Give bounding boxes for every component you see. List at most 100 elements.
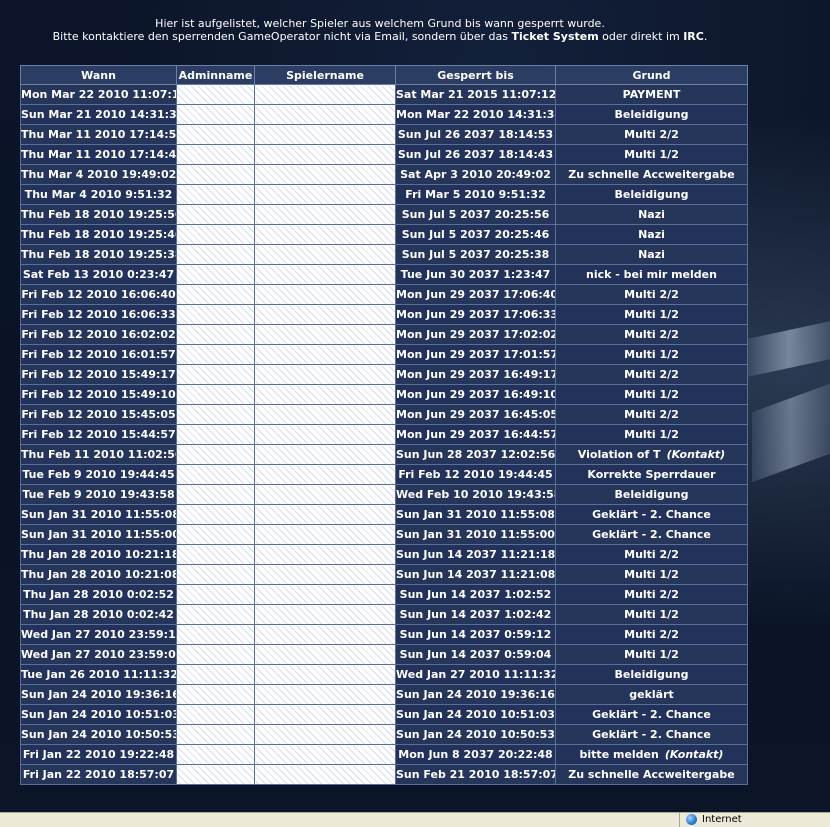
column-header-gesperrt-bis[interactable]: Gesperrt bis [395, 65, 556, 85]
cell-gesperrt-bis: Mon Jun 29 2037 17:06:33 [395, 304, 556, 325]
cell-grund: Geklärt - 2. Chance [555, 504, 748, 525]
cell-wann: Fri Feb 12 2010 15:49:10 [20, 384, 177, 405]
cell-adminname-redacted [176, 544, 255, 565]
cell-adminname-redacted [176, 384, 255, 405]
cell-adminname-redacted [176, 524, 255, 545]
cell-spielername-redacted [254, 364, 396, 385]
table-row: Tue Jan 26 2010 11:11:32 Wed Jan 27 2010 … [20, 664, 748, 685]
table-row: Thu Jan 28 2010 10:21:18 Sun Jun 14 2037 … [20, 544, 748, 565]
cell-spielername-redacted [254, 544, 396, 565]
cell-grund: Nazi [555, 204, 748, 225]
cell-gesperrt-bis: Sun Jan 31 2010 11:55:08 [395, 504, 556, 525]
cell-grund: Multi 1/2 [555, 424, 748, 445]
cell-grund: Multi 1/2 [555, 644, 748, 665]
cell-grund: Multi 2/2 [555, 404, 748, 425]
cell-adminname-redacted [176, 364, 255, 385]
zone-label: Internet [702, 814, 742, 825]
ban-list-body: Mon Mar 22 2010 11:07:12 Sat Mar 21 2015 … [20, 84, 748, 785]
cell-adminname-redacted [176, 324, 255, 345]
cell-gesperrt-bis: Mon Mar 22 2010 14:31:34 [395, 104, 556, 125]
table-row: Thu Feb 18 2010 19:25:56 Sun Jul 5 2037 2… [20, 204, 748, 225]
cell-spielername-redacted [254, 584, 396, 605]
grund-text: Multi 2/2 [624, 128, 679, 141]
kontakt-link[interactable]: (Kontakt) [667, 448, 726, 461]
header-line-2-mid: oder direkt im [598, 30, 684, 43]
security-zone: Internet [679, 813, 830, 827]
cell-wann: Fri Feb 12 2010 15:49:17 [20, 364, 177, 385]
grund-text: Violation of T [577, 448, 661, 461]
table-row: Wed Jan 27 2010 23:59:12 Sun Jun 14 2037 … [20, 624, 748, 645]
cell-adminname-redacted [176, 404, 255, 425]
cell-adminname-redacted [176, 84, 255, 105]
cell-spielername-redacted [254, 624, 396, 645]
kontakt-link[interactable]: (Kontakt) [665, 748, 724, 761]
cell-spielername-redacted [254, 304, 396, 325]
cell-wann: Thu Jan 28 2010 10:21:08 [20, 564, 177, 585]
grund-text: PAYMENT [622, 88, 681, 101]
cell-gesperrt-bis: Sun Jul 5 2037 20:25:56 [395, 204, 556, 225]
grund-text: Geklärt - 2. Chance [592, 728, 711, 741]
table-row: Thu Feb 18 2010 19:25:46 Sun Jul 5 2037 2… [20, 224, 748, 245]
cell-adminname-redacted [176, 224, 255, 245]
cell-gesperrt-bis: Sat Apr 3 2010 20:49:02 [395, 164, 556, 185]
cell-adminname-redacted [176, 244, 255, 265]
table-row: Sun Jan 24 2010 10:50:53 Sun Jan 24 2010 … [20, 724, 748, 745]
cell-adminname-redacted [176, 184, 255, 205]
table-row: Thu Jan 28 2010 0:02:52 Sun Jun 14 2037 1… [20, 584, 748, 605]
cell-gesperrt-bis: Sun Jan 24 2010 19:36:16 [395, 684, 556, 705]
cell-spielername-redacted [254, 464, 396, 485]
table-row: Wed Jan 27 2010 23:59:04 Sun Jun 14 2037 … [20, 644, 748, 665]
table-row: Fri Feb 12 2010 16:01:57 Mon Jun 29 2037 … [20, 344, 748, 365]
cell-grund: Beleidigung [555, 184, 748, 205]
cell-grund: Geklärt - 2. Chance [555, 724, 748, 745]
grund-text: Nazi [638, 248, 665, 261]
cell-wann: Sun Mar 21 2010 14:31:34 [20, 104, 177, 125]
cell-wann: Fri Feb 12 2010 16:02:02 [20, 324, 177, 345]
cell-grund: Geklärt - 2. Chance [555, 524, 748, 545]
cell-grund: bitte melden (Kontakt) [555, 744, 748, 765]
cell-gesperrt-bis: Mon Jun 29 2037 17:02:02 [395, 324, 556, 345]
cell-wann: Thu Feb 18 2010 19:25:56 [20, 204, 177, 225]
ticket-system-link[interactable]: Ticket System [512, 30, 599, 43]
column-header-grund[interactable]: Grund [555, 65, 748, 85]
table-row: Thu Feb 18 2010 19:25:38 Sun Jul 5 2037 2… [20, 244, 748, 265]
cell-gesperrt-bis: Sun Jul 26 2037 18:14:43 [395, 144, 556, 165]
cell-gesperrt-bis: Mon Jun 29 2037 17:01:57 [395, 344, 556, 365]
cell-spielername-redacted [254, 164, 396, 185]
header-line-2-post: . [703, 30, 708, 43]
cell-adminname-redacted [176, 124, 255, 145]
table-row: Thu Jan 28 2010 0:02:42 Sun Jun 14 2037 1… [20, 604, 748, 625]
grund-text: Multi 2/2 [624, 368, 679, 381]
cell-gesperrt-bis: Mon Jun 8 2037 20:22:48 [395, 744, 556, 765]
column-header-wann[interactable]: Wann [20, 65, 177, 85]
cell-spielername-redacted [254, 644, 396, 665]
cell-spielername-redacted [254, 224, 396, 245]
cell-spielername-redacted [254, 664, 396, 685]
column-header-adminname[interactable]: Adminname [176, 65, 255, 85]
table-row: Thu Mar 11 2010 17:14:53 Sun Jul 26 2037 … [20, 124, 748, 145]
cell-adminname-redacted [176, 704, 255, 725]
cell-gesperrt-bis: Sun Jun 28 2037 12:02:56 [395, 444, 556, 465]
table-header-row: Wann Adminname Spielername Gesperrt bis … [20, 65, 748, 85]
cell-adminname-redacted [176, 104, 255, 125]
cell-spielername-redacted [254, 704, 396, 725]
cell-spielername-redacted [254, 264, 396, 285]
cell-grund: Nazi [555, 224, 748, 245]
cell-gesperrt-bis: Wed Feb 10 2010 19:43:58 [395, 484, 556, 505]
table-row: Fri Feb 12 2010 15:49:17 Mon Jun 29 2037 … [20, 364, 748, 385]
grund-text: Multi 2/2 [624, 548, 679, 561]
cell-spielername-redacted [254, 504, 396, 525]
cell-adminname-redacted [176, 444, 255, 465]
cell-grund: Zu schnelle Accweitergabe [555, 164, 748, 185]
cell-adminname-redacted [176, 744, 255, 765]
table-row: Tue Feb 9 2010 19:44:45 Fri Feb 12 2010 1… [20, 464, 748, 485]
cell-wann: Sun Jan 31 2010 11:55:00 [20, 524, 177, 545]
column-header-spielername[interactable]: Spielername [254, 65, 396, 85]
cell-gesperrt-bis: Sun Feb 21 2010 18:57:07 [395, 764, 556, 785]
irc-link[interactable]: IRC [683, 30, 704, 43]
cell-gesperrt-bis: Sun Jan 24 2010 10:51:03 [395, 704, 556, 725]
cell-gesperrt-bis: Mon Jun 29 2037 16:45:05 [395, 404, 556, 425]
cell-grund: Multi 1/2 [555, 344, 748, 365]
table-row: Fri Feb 12 2010 15:49:10 Mon Jun 29 2037 … [20, 384, 748, 405]
grund-text: Geklärt - 2. Chance [592, 508, 711, 521]
